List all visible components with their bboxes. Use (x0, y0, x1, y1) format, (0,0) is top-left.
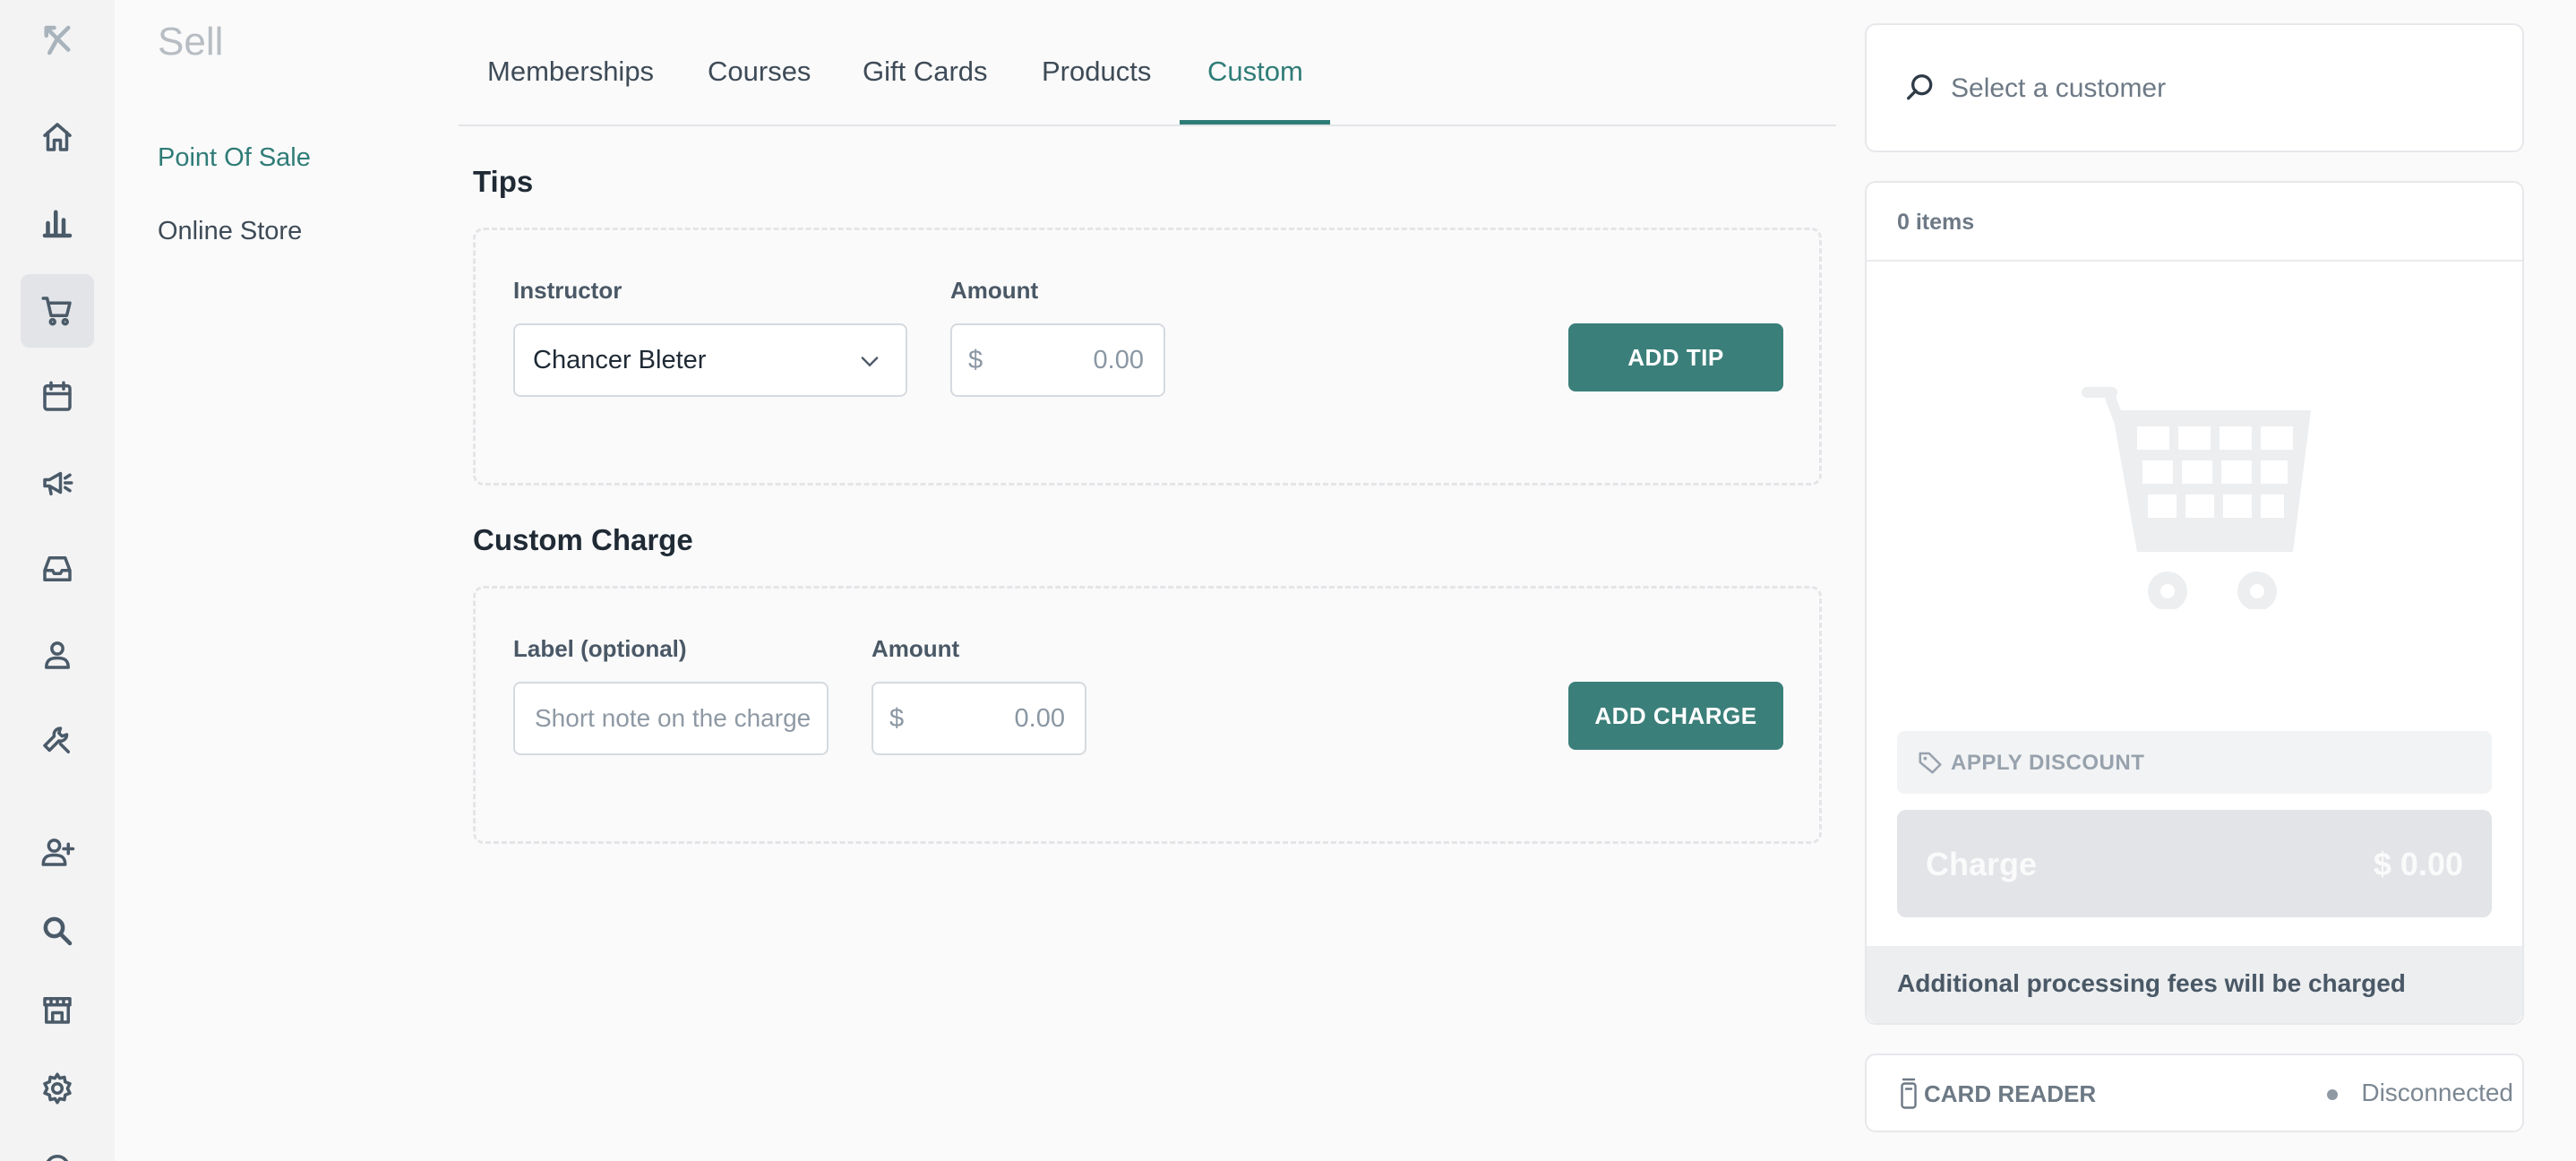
processing-fees-note: Additional processing fees will be charg… (1867, 946, 2522, 1023)
store-icon[interactable] (21, 973, 94, 1046)
customer-search-box[interactable]: Select a customer (1865, 23, 2524, 152)
charge-label-input[interactable]: Short note on the charge (513, 682, 829, 755)
tip-amount-value: 0.00 (1093, 345, 1144, 374)
inbox-icon[interactable] (21, 532, 94, 606)
tag-icon (1919, 752, 1942, 774)
charge-amount-input[interactable]: $ 0.00 (872, 682, 1086, 755)
person-icon[interactable] (21, 618, 94, 692)
charge-amount-value: 0.00 (1014, 703, 1065, 733)
add-user-icon[interactable] (21, 815, 94, 889)
charge-amount-label: Amount (872, 635, 960, 662)
card-reader-bar[interactable]: CARD READER Disconnected (1865, 1054, 2524, 1132)
card-reader-label: CARD READER (1924, 1080, 2097, 1107)
bar-chart-icon[interactable] (21, 186, 94, 260)
cart-icon[interactable] (21, 274, 94, 348)
tips-card: Instructor Chancer Bleter Amount $ 0.00 … (473, 228, 1822, 486)
instructor-selected-value: Chancer Bleter (533, 345, 707, 374)
add-charge-button[interactable]: ADD CHARGE (1568, 682, 1783, 750)
gear-icon[interactable] (21, 1052, 94, 1125)
tab-gift-cards[interactable]: Gift Cards (863, 56, 988, 88)
charge-button[interactable]: Charge $ 0.00 (1897, 810, 2492, 917)
tab-products[interactable]: Products (1042, 56, 1151, 88)
tip-amount-label: Amount (950, 277, 1039, 304)
tab-bar: Memberships Courses Gift Cards Products … (459, 0, 1836, 126)
instructor-label: Instructor (513, 277, 623, 304)
subnav-item-online-store[interactable]: Online Store (158, 217, 302, 246)
connection-status-dot (2327, 1089, 2338, 1100)
apply-discount-label: APPLY DISCOUNT (1951, 751, 2145, 775)
charge-total: $ 0.00 (2373, 846, 2463, 882)
chevron-down-icon (861, 357, 879, 367)
tab-courses[interactable]: Courses (708, 56, 811, 88)
charge-label-label: Label (optional) (513, 635, 687, 662)
custom-charge-card: Label (optional) Short note on the charg… (473, 586, 1822, 844)
search-icon (1907, 74, 1933, 100)
wrench-icon[interactable] (21, 704, 94, 778)
megaphone-icon[interactable] (21, 446, 94, 520)
search-icon[interactable] (21, 894, 94, 968)
instructor-select[interactable]: Chancer Bleter (513, 323, 907, 397)
subnav-item-point-of-sale[interactable]: Point Of Sale (158, 143, 311, 173)
calendar-icon[interactable] (21, 360, 94, 434)
tab-memberships[interactable]: Memberships (487, 56, 654, 88)
charge-label: Charge (1926, 846, 2038, 882)
apply-discount-button[interactable]: APPLY DISCOUNT (1897, 731, 2492, 794)
currency-symbol: $ (968, 345, 983, 374)
custom-charge-heading: Custom Charge (473, 523, 693, 556)
home-icon[interactable] (21, 100, 94, 174)
help-icon[interactable] (21, 1131, 94, 1161)
cart-divider (1867, 260, 2522, 262)
tips-heading: Tips (473, 165, 534, 198)
tab-custom[interactable]: Custom (1207, 56, 1303, 88)
section-title-sell: Sell (158, 20, 224, 64)
cart-items-count: 0 items (1897, 210, 1975, 235)
card-reader-status: Disconnected (2361, 1079, 2513, 1106)
customer-search-placeholder: Select a customer (1951, 73, 2167, 103)
currency-symbol: $ (889, 703, 905, 733)
logo-icon[interactable] (21, 4, 94, 77)
card-reader-icon (1901, 1078, 1917, 1109)
charge-label-placeholder: Short note on the charge (535, 704, 811, 732)
tip-amount-input[interactable]: $ 0.00 (950, 323, 1165, 397)
cart-panel: 0 items APPLY DISCOUNT Charge $ 0.00 Add… (1865, 181, 2524, 1025)
add-tip-button[interactable]: ADD TIP (1568, 323, 1783, 391)
processing-fees-text: Additional processing fees will be charg… (1897, 969, 2406, 997)
icon-rail (0, 0, 115, 1161)
empty-cart-icon (2082, 387, 2311, 609)
active-tab-indicator (1180, 120, 1330, 125)
